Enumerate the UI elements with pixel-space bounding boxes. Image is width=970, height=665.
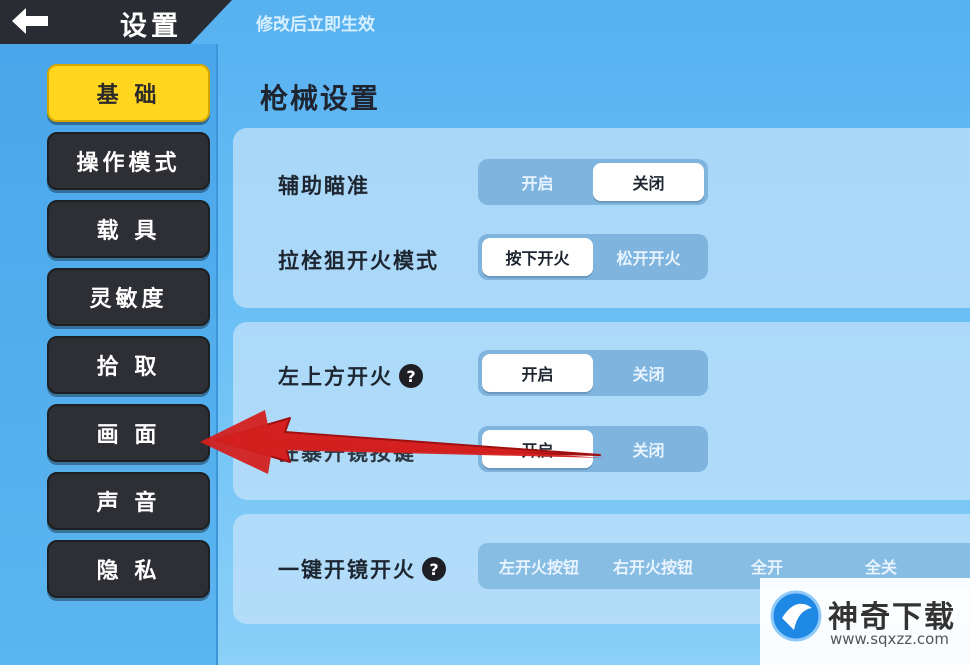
help-icon[interactable]: ? — [399, 364, 423, 388]
option-press-fire[interactable]: 按下开火 — [482, 238, 593, 276]
row-label-aim-assist: 辅助瞄准 — [278, 174, 370, 198]
sidebar-item-pickup[interactable]: 拾 取 — [47, 336, 210, 394]
option-right-fire-button[interactable]: 右开火按钮 — [596, 547, 710, 585]
section-title: 枪械设置 — [260, 82, 381, 115]
option-off[interactable]: 关闭 — [593, 430, 704, 468]
row-label-one-key-scope-fire: 一键开镜开火 ? — [278, 554, 446, 584]
notice-text: 修改后立即生效 — [256, 15, 375, 35]
sidebar-item-basic[interactable]: 基 础 — [47, 64, 210, 122]
watermark: 神奇下载 www.sqxzz.com — [760, 578, 970, 665]
option-on[interactable]: 开启 — [482, 163, 593, 201]
row-label-top-left-fire: 左上方开火 ? — [278, 361, 423, 391]
toggle-top-left-fire: 开启 关闭 — [478, 350, 708, 396]
option-on[interactable]: 开启 — [482, 430, 593, 468]
row-label-scope-key: 狂暴开镜按键 — [278, 441, 416, 465]
option-left-fire-button[interactable]: 左开火按钮 — [482, 547, 596, 585]
sidebar-item-privacy[interactable]: 隐 私 — [47, 540, 210, 598]
sidebar-item-sound[interactable]: 声 音 — [47, 472, 210, 530]
row-label-bolt-fire-mode: 拉栓狙开火模式 — [278, 249, 439, 273]
settings-panel-1 — [233, 128, 970, 308]
page-title: 设置 — [120, 11, 182, 42]
back-arrow-icon[interactable] — [8, 4, 52, 38]
option-off[interactable]: 关闭 — [593, 163, 704, 201]
settings-panel-2 — [233, 322, 970, 500]
watermark-logo-icon — [770, 590, 822, 642]
toggle-bolt-fire-mode: 按下开火 松开开火 — [478, 234, 708, 280]
help-icon[interactable]: ? — [422, 557, 446, 581]
option-off[interactable]: 关闭 — [593, 354, 704, 392]
toggle-aim-assist: 开启 关闭 — [478, 159, 708, 205]
toggle-scope-key: 开启 关闭 — [478, 426, 708, 472]
option-release-fire[interactable]: 松开开火 — [593, 238, 704, 276]
watermark-url: www.sqxzz.com — [830, 630, 949, 648]
sidebar-item-operation-mode[interactable]: 操作模式 — [47, 132, 210, 190]
option-on[interactable]: 开启 — [482, 354, 593, 392]
sidebar-item-sensitivity[interactable]: 灵敏度 — [47, 268, 210, 326]
sidebar-item-graphics[interactable]: 画 面 — [47, 404, 210, 462]
top-header: 设置 — [0, 0, 232, 44]
sidebar-item-vehicle[interactable]: 载 具 — [47, 200, 210, 258]
